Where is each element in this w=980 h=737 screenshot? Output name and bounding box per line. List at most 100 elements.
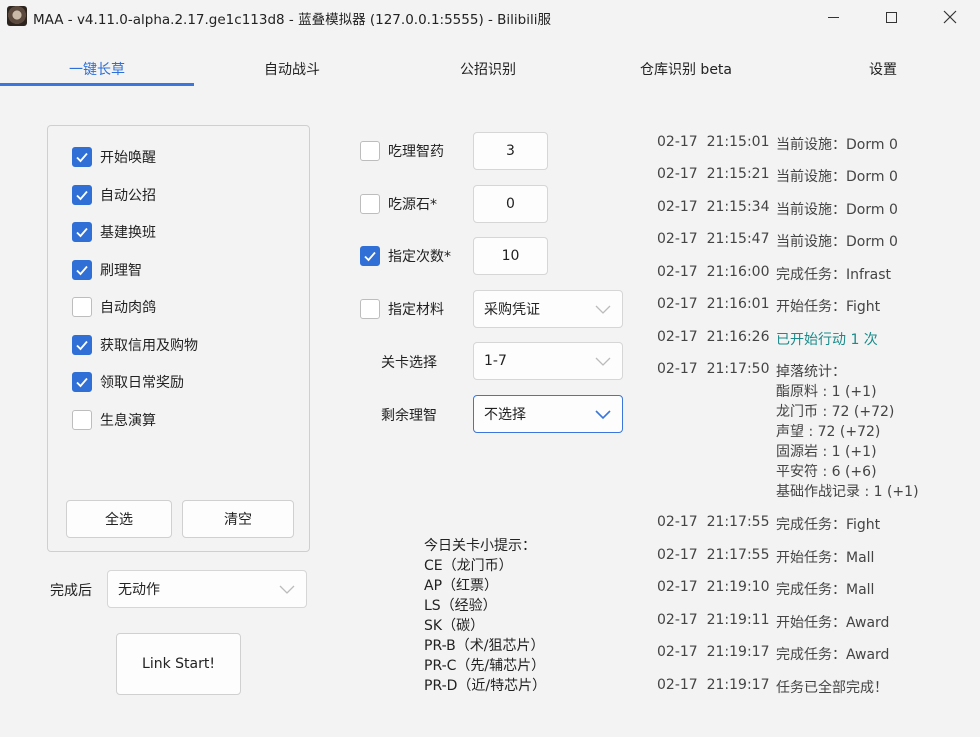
drop-item: 平安符 : 6 (+6)	[776, 464, 877, 480]
stone-label: 吃源石*	[388, 197, 437, 213]
log-date: 02-17	[657, 231, 698, 247]
after-finish-label: 完成后	[50, 583, 92, 599]
stage-value: 1-7	[484, 353, 507, 369]
tab-recruit[interactable]: 公招识别	[390, 50, 586, 86]
checkbox-unchecked-icon[interactable]	[360, 141, 380, 161]
tip-item: PR-C（先/辅芯片）	[424, 658, 546, 674]
stage-label: 关卡选择	[381, 355, 437, 371]
close-button[interactable]	[927, 0, 973, 34]
chevron-down-icon	[595, 305, 611, 314]
task-label: 自动公招	[100, 188, 156, 204]
stone-row[interactable]: 吃源石*	[360, 185, 437, 223]
maximize-icon	[885, 11, 897, 23]
log-message: 当前设施：Dorm 0	[776, 169, 898, 185]
tab-depot[interactable]: 仓库识别 beta	[586, 50, 786, 86]
after-finish-select[interactable]: 无动作	[107, 570, 307, 608]
minimize-icon	[827, 16, 839, 18]
log-time: 21:19:17	[706, 677, 770, 693]
drop-item: 固源岩 : 1 (+1)	[776, 444, 877, 460]
log-date: 02-17	[657, 644, 698, 660]
select-all-button[interactable]: 全选	[66, 500, 172, 538]
task-start-wakeup[interactable]: 开始唤醒	[72, 146, 156, 168]
link-start-button[interactable]: Link Start!	[116, 633, 241, 695]
log-time: 21:15:34	[706, 199, 770, 215]
tip-item: LS（经验）	[424, 598, 497, 614]
drop-item: 龙门币 : 72 (+72)	[776, 404, 895, 420]
tab-settings[interactable]: 设置	[786, 50, 980, 86]
medicine-label: 吃理智药	[388, 144, 444, 160]
tips-title: 今日关卡小提示：	[424, 538, 536, 554]
tab-bar: 一键长草 自动战斗 公招识别 仓库识别 beta 设置	[0, 50, 980, 86]
log-time: 21:17:50	[706, 361, 770, 377]
checkbox-checked-icon[interactable]	[72, 372, 92, 392]
checkbox-checked-icon[interactable]	[360, 246, 380, 266]
remaining-sanity-select[interactable]: 不选择	[473, 395, 623, 433]
clear-button[interactable]: 清空	[182, 500, 294, 538]
task-reclamation[interactable]: 生息演算	[72, 409, 156, 431]
log-message: 已开始行动 1 次	[776, 332, 878, 348]
checkbox-unchecked-icon[interactable]	[360, 194, 380, 214]
times-count-input[interactable]: 10	[473, 237, 548, 275]
drop-item: 酯原料 : 1 (+1)	[776, 384, 877, 400]
times-label: 指定次数*	[388, 249, 451, 265]
chevron-down-icon	[595, 410, 611, 420]
minimize-button[interactable]	[810, 0, 856, 34]
maximize-button[interactable]	[868, 0, 914, 34]
task-label: 自动肉鸽	[100, 300, 156, 316]
drop-item: 基础作战记录 : 1 (+1)	[776, 484, 919, 500]
checkbox-checked-icon[interactable]	[72, 335, 92, 355]
checkbox-checked-icon[interactable]	[72, 147, 92, 167]
active-tab-indicator	[0, 83, 194, 86]
times-row[interactable]: 指定次数*	[360, 237, 451, 275]
log-date: 02-17	[657, 514, 698, 530]
log-message: 开始任务：Fight	[776, 299, 881, 315]
checkbox-unchecked-icon[interactable]	[72, 410, 92, 430]
log-message: 完成任务：Infrast	[776, 267, 892, 283]
log-message: 当前设施：Dorm 0	[776, 202, 898, 218]
medicine-row[interactable]: 吃理智药	[360, 132, 444, 170]
window-title: MAA - v4.11.0-alpha.2.17.ge1c113d8 - 蓝叠模…	[33, 12, 552, 28]
log-date: 02-17	[657, 296, 698, 312]
checkbox-checked-icon[interactable]	[72, 260, 92, 280]
stage-select[interactable]: 1-7	[473, 342, 623, 380]
task-label: 刷理智	[100, 263, 142, 279]
task-label: 领取日常奖励	[100, 375, 184, 391]
checkbox-checked-icon[interactable]	[72, 222, 92, 242]
drop-item: 声望 : 72 (+72)	[776, 424, 881, 440]
remaining-sanity-label: 剩余理智	[381, 408, 437, 424]
material-label: 指定材料	[388, 302, 444, 318]
material-row[interactable]: 指定材料	[360, 290, 444, 328]
task-infrast-shift[interactable]: 基建换班	[72, 221, 156, 243]
task-fight[interactable]: 刷理智	[72, 259, 142, 281]
tip-item: CE（龙门币）	[424, 558, 513, 574]
log-message: 开始任务：Award	[776, 615, 890, 631]
task-label: 生息演算	[100, 413, 156, 429]
tab-one-click[interactable]: 一键长草	[0, 50, 194, 86]
checkbox-unchecked-icon[interactable]	[72, 297, 92, 317]
medicine-count-input[interactable]: 3	[473, 132, 548, 170]
log-time: 21:16:26	[706, 329, 770, 345]
tab-auto-battle[interactable]: 自动战斗	[194, 50, 390, 86]
log-time: 21:16:00	[706, 264, 770, 280]
log-time: 21:19:11	[706, 612, 770, 628]
checkbox-checked-icon[interactable]	[72, 185, 92, 205]
stone-count-input[interactable]: 0	[473, 185, 548, 223]
log-time: 21:15:47	[706, 231, 770, 247]
task-roguelike[interactable]: 自动肉鸽	[72, 296, 156, 318]
task-label: 开始唤醒	[100, 150, 156, 166]
log-time: 21:19:17	[706, 644, 770, 660]
remaining-sanity-value: 不选择	[484, 407, 526, 423]
log-message: 完成任务：Mall	[776, 582, 875, 598]
title-bar: MAA - v4.11.0-alpha.2.17.ge1c113d8 - 蓝叠模…	[0, 0, 980, 34]
log-date: 02-17	[657, 547, 698, 563]
task-daily-award[interactable]: 领取日常奖励	[72, 371, 184, 393]
checkbox-unchecked-icon[interactable]	[360, 299, 380, 319]
task-auto-recruit[interactable]: 自动公招	[72, 184, 156, 206]
tip-item: SK（碳）	[424, 618, 485, 634]
log-time: 21:19:10	[706, 579, 770, 595]
tip-item: AP（红票）	[424, 578, 499, 594]
log-date: 02-17	[657, 199, 698, 215]
log-date: 02-17	[657, 166, 698, 182]
material-select[interactable]: 采购凭证	[473, 290, 623, 328]
task-credit-shopping[interactable]: 获取信用及购物	[72, 334, 198, 356]
